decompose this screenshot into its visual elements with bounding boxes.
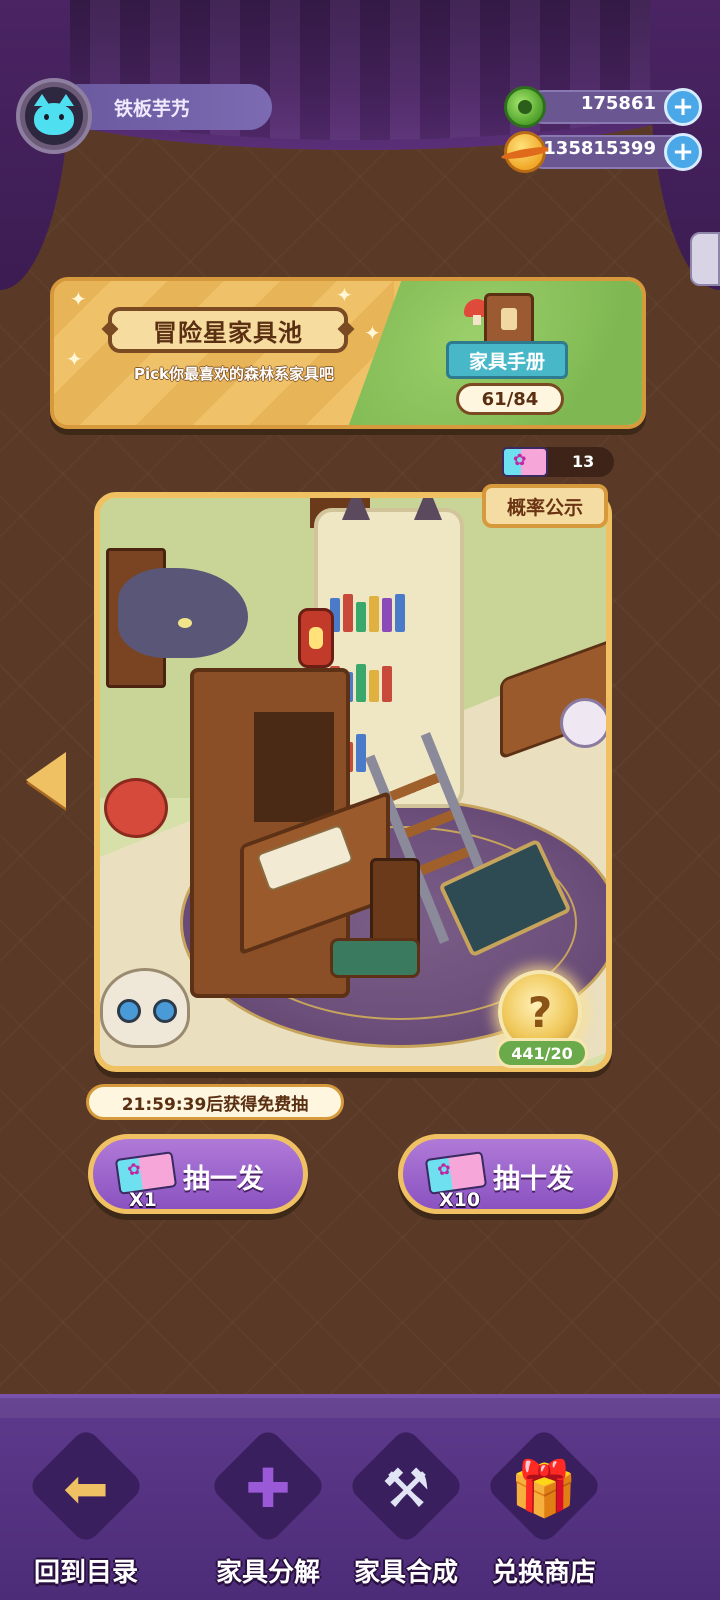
- hammer-icon: ⚒: [381, 1457, 431, 1520]
- username: 铁板芋艿: [114, 97, 191, 120]
- bottom-nav: ⬅ 回到目录 ✚ 家具分解 ⚒ 家具合成 🎁 兑换商店: [0, 1394, 720, 1600]
- pool-subtitle: Pick你最喜欢的森林系家具吧: [133, 365, 334, 383]
- draw-ten-button[interactable]: X10 抽十发: [398, 1134, 618, 1214]
- sparkle-icon: ✦: [70, 287, 87, 311]
- lantern: [298, 608, 334, 668]
- nav-synthesize[interactable]: ⚒ 家具合成: [336, 1426, 476, 1594]
- handbook-label: 家具手册: [468, 350, 545, 373]
- add-gems-button[interactable]: +: [664, 88, 702, 126]
- draw-once-multiplier: X1: [129, 1189, 157, 1211]
- question-icon: ?: [527, 987, 553, 1037]
- sparkle-icon: ✦: [336, 283, 353, 307]
- sparkle-icon: ✦: [66, 347, 83, 371]
- nav-exchange-shop[interactable]: 🎁 兑换商店: [474, 1426, 614, 1594]
- currency-gems: 175861 +: [504, 86, 702, 128]
- back-to-menu-icon: ⬅: [63, 1457, 109, 1520]
- green-gem-icon: [504, 86, 546, 128]
- cat-avatar-icon: [25, 87, 83, 145]
- draw-ticket-icon: [502, 447, 548, 477]
- flytrap-plant: [104, 778, 168, 838]
- free-draw-timer: 21:59:39后获得免费抽: [86, 1084, 344, 1120]
- reward-progress: 441/20: [496, 1038, 588, 1068]
- draw-ten-multiplier: X10: [439, 1189, 481, 1211]
- draw-ten-label: 抽十发: [493, 1164, 574, 1195]
- gems-value: 175861: [580, 93, 656, 114]
- ticket-counter: 13: [502, 445, 614, 479]
- owl-figure: [560, 698, 606, 748]
- pool-title: 冒险星家具池: [108, 307, 348, 353]
- ticket-count: 13: [572, 452, 595, 471]
- gift-icon: 🎁: [510, 1457, 578, 1520]
- skull-planter: [100, 968, 190, 1048]
- draw-once-label: 抽一发: [183, 1164, 264, 1195]
- avatar[interactable]: [16, 78, 92, 154]
- sparkle-icon: ✦: [364, 321, 381, 345]
- nav-back-to-menu[interactable]: ⬅ 回到目录: [16, 1426, 156, 1594]
- add-coins-button[interactable]: +: [664, 133, 702, 171]
- furniture-handbook-button[interactable]: 家具手册 61/84: [446, 287, 568, 425]
- decompose-puzzle-icon: ✚: [245, 1457, 291, 1520]
- coins-value: 135815399: [543, 138, 656, 159]
- gold-planet-icon: [504, 131, 546, 173]
- chair: [330, 858, 420, 1008]
- nav-decompose[interactable]: ✚ 家具分解: [198, 1426, 338, 1594]
- currency-coins: 135815399 +: [504, 131, 702, 173]
- handbook-count: 61/84: [481, 388, 539, 410]
- draw-once-button[interactable]: X1 抽一发: [88, 1134, 308, 1214]
- prev-pool-arrow-icon[interactable]: [22, 748, 72, 808]
- username-plate: 铁板芋艿: [76, 84, 272, 130]
- pool-banner: ✦ ✦ ✦ ✦ 冒险星家具池 Pick你最喜欢的森林系家具吧 家具手册 61/8…: [50, 277, 646, 429]
- side-pull-tab[interactable]: [690, 232, 720, 286]
- probability-button[interactable]: 概率公示: [482, 484, 608, 528]
